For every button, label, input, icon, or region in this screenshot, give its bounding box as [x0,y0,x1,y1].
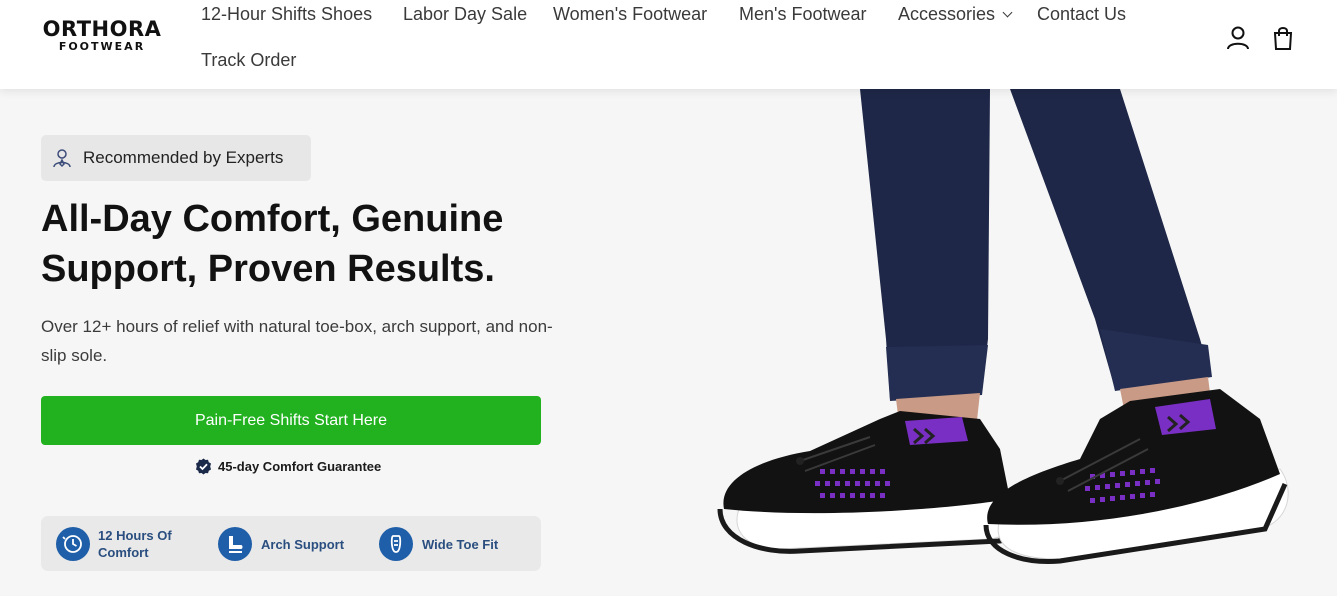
nav-item-track-order[interactable]: Track Order [201,48,296,72]
verified-badge-icon [196,458,211,475]
nav-item-accessories[interactable]: Accessories [898,2,1013,26]
headline-line-1: All-Day Comfort, Genuine [41,198,504,240]
chevron-down-icon [1002,7,1013,18]
nav-item-womens-footwear[interactable]: Women's Footwear [553,2,707,26]
badge-label: Recommended by Experts [83,148,284,167]
headline-line-2: Support, Proven Results. [41,248,495,290]
brand-subtitle: FOOTWEAR [58,40,146,53]
feature-12-hours-line-1: 12 Hours Of [98,528,172,543]
nav-item-12-hour-shifts-shoes[interactable]: 12-Hour Shifts Shoes [201,2,372,26]
hero-subtext: Over 12+ hours of relief with natural to… [41,317,553,365]
nav-item-labor-day-sale[interactable]: Labor Day Sale [403,2,527,26]
nav-item-accessories-label: Accessories [898,4,996,24]
shopping-bag-icon[interactable] [1270,25,1296,51]
recommended-badge: Recommended by Experts [41,135,311,181]
feature-12-hours: 12 Hours Of Comfort [98,527,172,561]
site-header: ORTHORA FOOTWEAR 12-Hour Shifts Shoes La… [0,0,1337,89]
features-bar: 12 Hours Of Comfort Arch Support Wide To… [41,516,541,571]
product-image [700,89,1337,596]
feature-wide-toe-fit: Wide Toe Fit [422,537,499,552]
brand-logo[interactable]: ORTHORA FOOTWEAR [41,17,163,57]
user-icon[interactable] [1225,25,1251,51]
nav-item-mens-footwear[interactable]: Men's Footwear [739,2,867,26]
nav-item-contact-us[interactable]: Contact Us [1037,2,1126,26]
wide-toe-icon [379,527,413,561]
shop-now-button[interactable]: Pain-Free Shifts Start Here [41,396,541,445]
guarantee-label: 45-day Comfort Guarantee [218,459,382,474]
hero-headline: All-Day Comfort, Genuine Support, Proven… [41,194,601,294]
clock-icon [56,527,90,561]
feature-12-hours-line-2: Comfort [98,545,149,560]
brand-name: ORTHORA [42,17,162,41]
arch-support-icon [218,527,252,561]
feature-arch-support: Arch Support [261,537,345,552]
expert-icon [52,148,72,168]
